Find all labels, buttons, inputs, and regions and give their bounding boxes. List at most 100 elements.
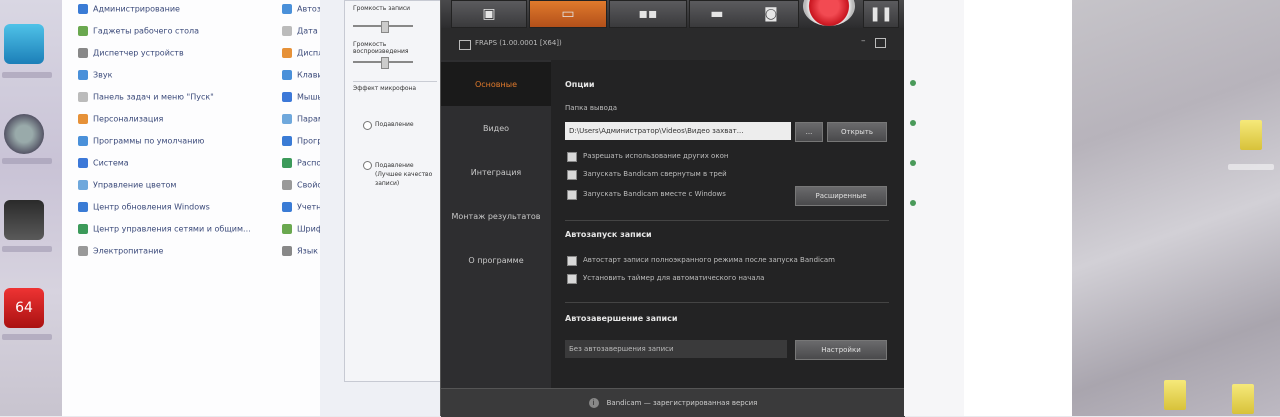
control-panel-item-label: Панель задач и меню "Пуск" bbox=[93, 92, 214, 102]
control-panel-item-icon bbox=[78, 4, 88, 14]
desktop-right bbox=[1072, 0, 1280, 416]
window-title: FRAPS (1.00.0001 [X64]) bbox=[475, 39, 562, 47]
folder-icon[interactable] bbox=[1232, 384, 1254, 414]
checkbox-option-3[interactable] bbox=[567, 190, 577, 200]
divider bbox=[353, 81, 437, 82]
autocomplete-field[interactable]: Без автозавершения записи bbox=[565, 340, 787, 358]
control-panel-item-icon bbox=[282, 224, 292, 234]
device-icon: ▪▪ bbox=[638, 6, 658, 22]
info-icon: i bbox=[588, 398, 599, 408]
control-panel-item[interactable]: Панель задач и меню "Пуск" bbox=[78, 92, 214, 110]
autostart-checkbox-2[interactable] bbox=[567, 274, 577, 284]
checkbox-option-2[interactable] bbox=[567, 170, 577, 180]
camera-icon[interactable]: ◙ bbox=[764, 6, 778, 22]
control-panel-item-icon bbox=[78, 158, 88, 168]
tab-device[interactable]: ▪▪ bbox=[609, 0, 687, 28]
sidebar-item[interactable]: Основные bbox=[441, 62, 551, 106]
open-folder-button[interactable]: Открыть bbox=[827, 122, 887, 142]
record-button[interactable] bbox=[803, 0, 855, 26]
folder-icon[interactable] bbox=[1240, 120, 1262, 150]
control-panel-item-icon bbox=[78, 202, 88, 212]
control-panel-item-label: Центр управления сетями и общим... bbox=[93, 224, 251, 234]
control-panel-item[interactable]: Центр управления сетями и общим... bbox=[78, 224, 251, 242]
control-panel-item[interactable]: Электропитание bbox=[78, 246, 163, 264]
control-panel-item-label: Диспетчер устройств bbox=[93, 48, 184, 58]
control-panel-item[interactable]: Звук bbox=[78, 70, 112, 88]
control-panel-item-icon bbox=[78, 224, 88, 234]
browse-button[interactable]: ... bbox=[795, 122, 823, 142]
control-panel-item[interactable]: Центр обновления Windows bbox=[78, 202, 210, 220]
output-folder-input[interactable]: D:\Users\Администратор\Videos\Видео захв… bbox=[565, 122, 791, 140]
control-panel-item[interactable]: Программы по умолчанию bbox=[78, 136, 204, 154]
aida64-desktop-icon[interactable]: 64 bbox=[4, 288, 44, 328]
control-panel-item[interactable]: Управление цветом bbox=[78, 180, 176, 198]
sidebar-item[interactable]: Видео bbox=[441, 106, 551, 150]
minimize-button[interactable]: – bbox=[861, 36, 866, 46]
control-panel-item-label: Мышь bbox=[297, 92, 323, 102]
control-panel-item-label: Управление цветом bbox=[93, 180, 177, 190]
sound-dialog: Громкость записи Громкость воспроизведен… bbox=[344, 0, 442, 382]
footer-text[interactable]: Bandicam — зарегистрированная версия bbox=[607, 399, 758, 407]
sidebar-item[interactable]: О программе bbox=[441, 238, 551, 282]
divider bbox=[565, 220, 889, 221]
tab-games[interactable]: ▣ bbox=[451, 0, 527, 28]
tab-bar: ▣ ▭ ▪▪ ▬ ◙ ❚❚ bbox=[441, 0, 905, 28]
control-panel-item-icon bbox=[282, 158, 292, 168]
control-panel-item[interactable]: Мышь bbox=[282, 92, 322, 110]
control-panel-item-icon bbox=[78, 92, 88, 102]
autostart-heading: Автозапуск записи bbox=[565, 230, 652, 239]
control-panel-item-icon bbox=[282, 48, 292, 58]
background-window-blank bbox=[964, 0, 1072, 416]
status-dot bbox=[910, 80, 916, 86]
gamepad-icon: ▣ bbox=[482, 6, 496, 22]
control-panel-item-icon bbox=[282, 92, 292, 102]
autostart-checkbox-2-label: Установить таймер для автоматического на… bbox=[583, 274, 765, 282]
app-desktop-icon[interactable] bbox=[4, 24, 44, 64]
title-bar: FRAPS (1.00.0001 [X64]) – bbox=[441, 28, 905, 61]
advanced-button[interactable]: Расширенные bbox=[795, 186, 887, 206]
sidebar-item[interactable]: Монтаж результатов bbox=[441, 194, 551, 238]
control-panel-item-icon bbox=[78, 70, 88, 80]
bandicam-window: ▣ ▭ ▪▪ ▬ ◙ ❚❚ FRAPS (1.00.0001 [X64]) – … bbox=[440, 0, 906, 417]
pause-icon: ❚❚ bbox=[869, 6, 893, 22]
control-panel-item-label: Электропитание bbox=[93, 246, 164, 256]
control-panel-item-label: Система bbox=[93, 158, 129, 168]
folder-icon[interactable] bbox=[1164, 380, 1186, 410]
control-panel-item-icon bbox=[78, 114, 88, 124]
control-panel-item-icon bbox=[282, 246, 292, 256]
control-panel-item[interactable]: Система bbox=[78, 158, 129, 176]
pause-button[interactable]: ❚❚ bbox=[863, 0, 899, 28]
control-panel-item[interactable]: Язык bbox=[282, 246, 318, 264]
desktop-icon-label bbox=[2, 158, 52, 164]
checkbox-option-3-label: Запускать Bandicam вместе с Windows bbox=[583, 190, 726, 198]
control-panel-item-icon bbox=[282, 136, 292, 146]
autostart-checkbox-1[interactable] bbox=[567, 256, 577, 266]
control-panel-item[interactable]: Администрирование bbox=[78, 4, 180, 22]
control-panel-item[interactable]: Персонализация bbox=[78, 114, 163, 132]
window-icon bbox=[459, 40, 471, 50]
radio-1[interactable] bbox=[363, 121, 372, 130]
maximize-button[interactable] bbox=[875, 38, 886, 48]
control-panel-item-label: Язык bbox=[297, 246, 318, 256]
slider-thumb-2[interactable] bbox=[381, 57, 389, 69]
tab-screen[interactable]: ▭ bbox=[529, 0, 607, 28]
control-panel-item-icon bbox=[282, 26, 292, 36]
radio-2[interactable] bbox=[363, 161, 372, 170]
control-panel-item[interactable]: Гаджеты рабочего стола bbox=[78, 26, 199, 44]
folder-icon[interactable]: ▬ bbox=[710, 6, 723, 22]
checkbox-option-1[interactable] bbox=[567, 152, 577, 162]
control-panel-item-icon bbox=[282, 180, 292, 190]
status-dot bbox=[910, 200, 916, 206]
divider bbox=[565, 302, 889, 303]
gear-desktop-icon[interactable] bbox=[4, 114, 44, 154]
slider-thumb-1[interactable] bbox=[381, 21, 389, 33]
tab-tools[interactable]: ▬ ◙ bbox=[689, 0, 799, 28]
control-panel-item-icon bbox=[282, 4, 292, 14]
checkbox-option-2-label: Запускать Bandicam свернутым в трей bbox=[583, 170, 727, 178]
control-panel-item-label: Персонализация bbox=[93, 114, 164, 124]
autocomplete-settings-button[interactable]: Настройки bbox=[795, 340, 887, 360]
nvidia-desktop-icon[interactable] bbox=[4, 200, 44, 240]
control-panel-item[interactable]: Диспетчер устройств bbox=[78, 48, 184, 66]
recording-volume-label: Громкость записи bbox=[353, 5, 411, 12]
sidebar-item[interactable]: Интеграция bbox=[441, 150, 551, 194]
